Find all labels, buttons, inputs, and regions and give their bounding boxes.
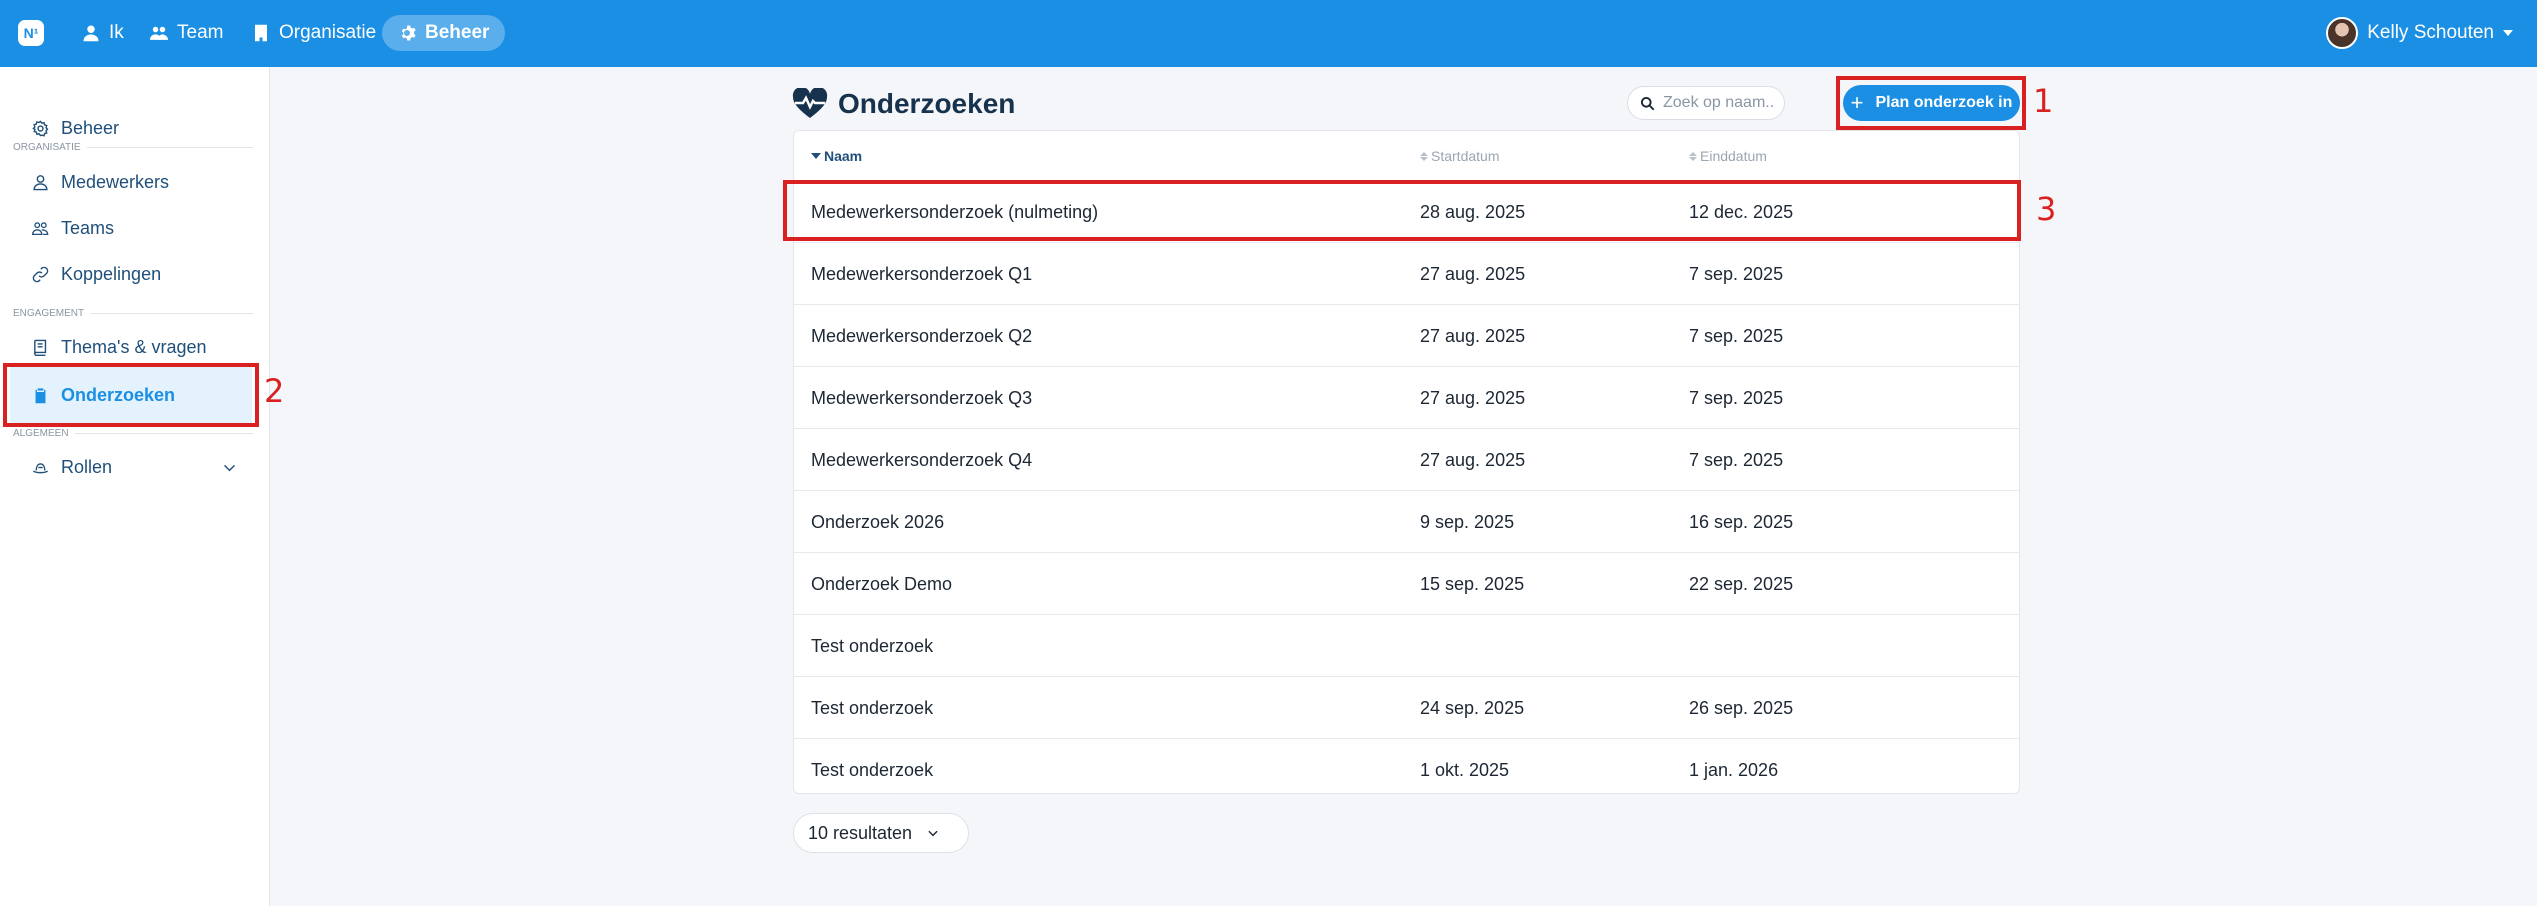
cell-naam: Medewerkersonderzoek Q2: [811, 326, 1033, 346]
annotation-box-3: [783, 180, 2021, 241]
cell-startdatum: 27 aug. 2025: [1420, 450, 1526, 470]
cell-naam: Medewerkersonderzoek Q1: [811, 264, 1033, 284]
sort-desc-icon: [811, 153, 821, 159]
cell-naam: Onderzoek Demo: [811, 574, 953, 594]
cell-einddatum: 7 sep. 2025: [1689, 264, 1784, 284]
annotation-number-1: 1: [2033, 82, 2054, 120]
column-header-startdatum[interactable]: Startdatum: [1420, 148, 1499, 164]
cell-startdatum: 9 sep. 2025: [1420, 512, 1515, 532]
cell-einddatum: 22 sep. 2025: [1689, 574, 1794, 594]
cell-einddatum: 1 jan. 2026: [1689, 760, 1779, 780]
sidebar-item-themas-vragen[interactable]: Thema's & vragen: [14, 327, 252, 367]
nav-ik-label: Ik: [109, 22, 124, 43]
hat-icon: [32, 462, 49, 473]
cell-einddatum: 16 sep. 2025: [1689, 512, 1794, 532]
nav-beheer-label: Beheer: [425, 22, 490, 43]
annotation-box-2: [3, 363, 259, 427]
sidebar-item-label: Koppelingen: [61, 263, 162, 284]
cell-startdatum: 27 aug. 2025: [1420, 264, 1526, 284]
table-row[interactable]: Test onderzoek 24 sep. 2025 26 sep. 2025: [794, 676, 2019, 738]
sidebar-item-rollen[interactable]: Rollen: [14, 447, 252, 487]
table-header: Naam Startdatum Einddatum: [794, 131, 2019, 180]
sidebar-item-koppelingen[interactable]: Koppelingen: [14, 254, 252, 294]
table-row[interactable]: Test onderzoek 1 okt. 2025 1 jan. 2026: [794, 738, 2019, 800]
nav-team-label: Team: [177, 22, 224, 43]
annotation-number-2: 2: [264, 372, 285, 410]
top-navigation-bar: N¹ Ik Team Organisatie Beheer Kelly Scho…: [0, 0, 2537, 67]
sort-icon: [1420, 151, 1428, 161]
user-icon: [33, 174, 48, 190]
sidebar-item-label: Thema's & vragen: [61, 336, 207, 357]
cell-einddatum: 7 sep. 2025: [1689, 388, 1784, 408]
building-icon: [255, 24, 267, 42]
user-menu[interactable]: Kelly Schouten: [2326, 14, 2513, 52]
cell-startdatum: 15 sep. 2025: [1420, 574, 1525, 594]
table-row[interactable]: Medewerkersonderzoek Q4 27 aug. 2025 7 s…: [794, 428, 2019, 490]
sidebar-item-label: Medewerkers: [61, 171, 170, 192]
sidebar-item-label: Teams: [61, 217, 115, 238]
column-header-naam[interactable]: Naam: [811, 148, 862, 164]
sidebar-item-medewerkers[interactable]: Medewerkers: [14, 162, 252, 202]
annotation-box-1: [1836, 76, 2026, 130]
nav-team[interactable]: Team: [150, 15, 223, 51]
page-title-text: Onderzoeken: [838, 88, 1016, 119]
search-box[interactable]: [1627, 86, 1785, 120]
table-row[interactable]: Medewerkersonderzoek Q2 27 aug. 2025 7 s…: [794, 304, 2019, 366]
heart-pulse-icon: [792, 88, 828, 118]
chevron-down-icon: [928, 830, 938, 837]
annotation-number-3: 3: [2036, 190, 2057, 228]
nav-beheer[interactable]: Beheer: [382, 15, 506, 51]
cell-naam: Medewerkersonderzoek Q3: [811, 388, 1033, 408]
sidebar-item-label: Beheer: [61, 117, 120, 138]
section-label-algemeen: Algemeen: [13, 428, 253, 439]
caret-down-icon: [2503, 30, 2513, 36]
sort-icon: [1689, 151, 1697, 161]
sidebar: Beheer Organisatie Medewerkers Teams Kop…: [0, 67, 270, 906]
sidebar-item-teams[interactable]: Teams: [14, 208, 252, 248]
column-header-einddatum[interactable]: Einddatum: [1689, 148, 1767, 164]
nav-organisatie-label: Organisatie: [279, 22, 377, 43]
users-icon: [150, 26, 168, 40]
user-name: Kelly Schouten: [2367, 22, 2494, 43]
link-icon: [32, 266, 49, 282]
cell-startdatum: 27 aug. 2025: [1420, 388, 1526, 408]
search-icon: [1640, 96, 1655, 110]
gear-icon: [32, 119, 49, 137]
user-icon: [83, 25, 99, 42]
gear-icon: [401, 25, 416, 41]
chevron-down-icon[interactable]: [221, 459, 238, 476]
cell-naam: Test onderzoek: [811, 760, 934, 780]
section-label-engagement: Engagement: [13, 308, 253, 319]
avatar: [2326, 17, 2359, 49]
table-row[interactable]: Medewerkersonderzoek Q1 27 aug. 2025 7 s…: [794, 242, 2019, 304]
nav-ik[interactable]: Ik: [82, 15, 124, 51]
cell-naam: Medewerkersonderzoek Q4: [811, 450, 1033, 470]
table-row[interactable]: Onderzoek Demo 15 sep. 2025 22 sep. 2025: [794, 552, 2019, 614]
search-input[interactable]: [1663, 94, 1775, 112]
table-row[interactable]: Onderzoek 2026 9 sep. 2025 16 sep. 2025: [794, 490, 2019, 552]
results-per-page-select[interactable]: 10 resultaten: [793, 813, 969, 853]
results-label: 10 resultaten: [808, 822, 913, 843]
cell-naam: Test onderzoek: [811, 698, 934, 718]
cell-startdatum: 27 aug. 2025: [1420, 326, 1526, 346]
table-row[interactable]: Medewerkersonderzoek Q3 27 aug. 2025 7 s…: [794, 366, 2019, 428]
table-row[interactable]: Test onderzoek: [794, 614, 2019, 676]
users-icon: [32, 221, 49, 235]
sidebar-item-label: Rollen: [61, 456, 113, 477]
cell-einddatum: 7 sep. 2025: [1689, 450, 1784, 470]
cell-naam: Test onderzoek: [811, 636, 934, 656]
app-logo[interactable]: N¹: [18, 20, 44, 46]
book-icon: [34, 339, 47, 356]
cell-startdatum: 1 okt. 2025: [1420, 760, 1510, 780]
cell-startdatum: 24 sep. 2025: [1420, 698, 1525, 718]
cell-einddatum: 7 sep. 2025: [1689, 326, 1784, 346]
page-title: Onderzoeken: [792, 84, 1015, 124]
cell-naam: Onderzoek 2026: [811, 512, 945, 532]
cell-einddatum: 26 sep. 2025: [1689, 698, 1794, 718]
nav-organisatie[interactable]: Organisatie: [252, 15, 376, 51]
section-label-organisatie: Organisatie: [13, 142, 253, 153]
